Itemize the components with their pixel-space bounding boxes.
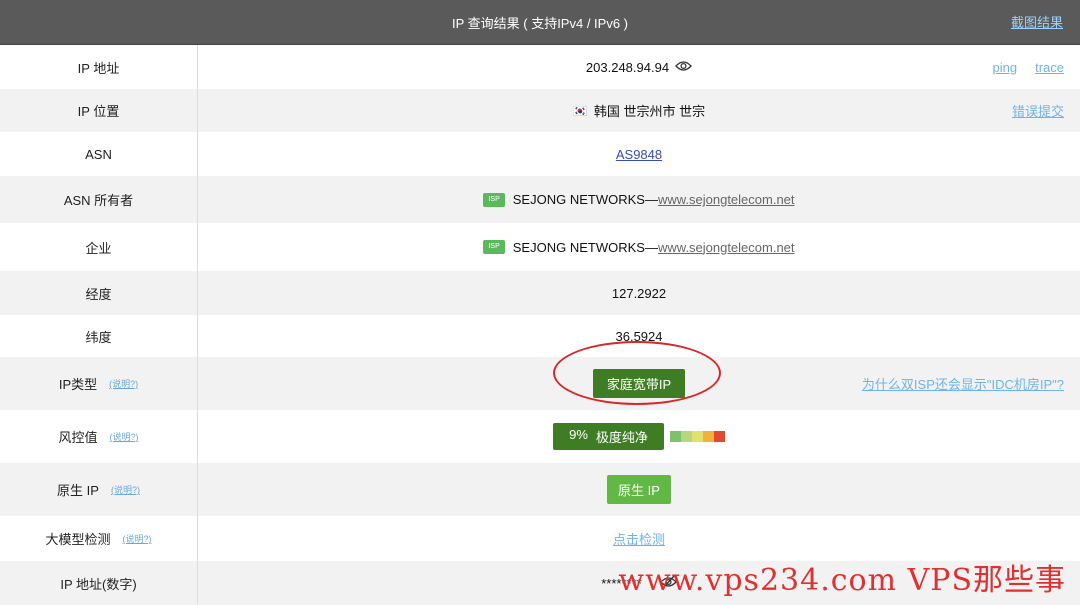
click-detect-link[interactable]: 点击检测 [613,529,665,548]
risk-scale-segment [680,431,692,442]
latitude-value: 36.5924 [615,328,663,344]
row-label: 风控值 [58,430,98,445]
isp-badge: ISP [483,192,505,207]
row-label-cell: 风控值 (说明?) [0,410,198,463]
risk-scale-segment [691,431,703,442]
asn-value-cell: AS9848 [198,132,1080,176]
snapshot-link[interactable]: 截图结果 [1011,12,1063,31]
risk-percent: 9% [569,427,588,442]
row-label: 经度 [0,271,198,315]
explain-link[interactable]: (说明?) [111,483,140,496]
risk-scale-segment [702,431,714,442]
row-ip-type: IP类型 (说明?) 家庭宽带IP 为什么双ISP还会显示"IDC机房IP"? [0,357,1080,410]
ping-link[interactable]: ping [993,60,1018,75]
row-risk: 风控值 (说明?) 9% 极度纯净 [0,410,1080,463]
risk-scale-segment [713,431,725,442]
row-asn-owner: ASN 所有者 ISP SEJONG NETWORKS— www.sejongt… [0,176,1080,223]
eye-icon[interactable] [675,60,692,75]
row-company: 企业 ISP SEJONG NETWORKS— www.sejongteleco… [0,223,1080,271]
row-ip-address: IP 地址 203.248.94.94 ping trace [0,45,1080,89]
explain-link[interactable]: (说明?) [110,430,139,443]
watermark: www.vps234.com VPS那些事 [618,563,1066,598]
result-table: IP 地址 203.248.94.94 ping trace IP 位置 🇰🇷 … [0,45,1080,605]
row-native-ip: 原生 IP (说明?) 原生 IP [0,463,1080,516]
row-label: ASN [0,132,198,176]
why-dual-isp-link[interactable]: 为什么双ISP还会显示"IDC机房IP"? [862,374,1064,393]
row-label: 纬度 [0,315,198,357]
page-title: IP 查询结果 ( 支持IPv4 / IPv6 ) [451,15,628,31]
ip-type-tag: 家庭宽带IP [592,369,686,398]
company-name: SEJONG NETWORKS— [512,239,658,255]
row-label-cell: IP类型 (说明?) [0,357,198,410]
row-longitude: 经度 127.2922 [0,271,1080,315]
row-label: 原生 IP [57,483,99,498]
trace-link[interactable]: trace [1035,60,1064,75]
longitude-value: 127.2922 [611,285,667,301]
row-label: IP 地址(数字) [0,561,198,605]
row-label: ASN 所有者 [0,176,198,223]
row-label: IP 地址 [0,45,198,89]
company-site-link[interactable]: www.sejongtelecom.net [658,240,795,255]
native-ip-cell: 原生 IP [198,463,1080,516]
row-latitude: 纬度 36.5924 [0,315,1080,357]
location-value-cell: 🇰🇷 韩国 世宗州市 世宗 [198,89,1080,132]
explain-link[interactable]: (说明?) [123,532,152,545]
risk-scale-bar [669,431,725,442]
company-cell: ISP SEJONG NETWORKS— www.sejongtelecom.n… [198,223,1080,271]
row-label: 大模型检测 [45,532,111,547]
ip-actions: ping trace [993,45,1064,89]
row-label: IP类型 [58,377,98,392]
asn-owner-cell: ISP SEJONG NETWORKS— www.sejongtelecom.n… [198,176,1080,223]
explain-link[interactable]: (说明?) [109,377,138,390]
asn-owner-name: SEJONG NETWORKS— [512,192,658,207]
location-actions: 错误提交 [1012,89,1064,132]
asn-owner-site-link[interactable]: www.sejongtelecom.net [658,192,795,207]
native-ip-tag: 原生 IP [607,475,671,504]
report-error-link[interactable]: 错误提交 [1012,101,1064,120]
risk-indicator: 9% 极度纯净 [553,423,725,450]
row-asn: ASN AS9848 [0,132,1080,176]
row-label: 企业 [0,223,198,271]
risk-cell: 9% 极度纯净 [198,410,1080,463]
isp-badge: ISP [483,240,505,254]
result-header: IP 查询结果 ( 支持IPv4 / IPv6 ) 截图结果 [0,0,1080,45]
row-label: IP 位置 [0,89,198,132]
ip-type-actions: 为什么双ISP还会显示"IDC机房IP"? [862,357,1064,410]
risk-scale-segment [669,431,681,442]
ip-value-cell: 203.248.94.94 [198,45,1080,89]
risk-tag: 9% 极度纯净 [553,423,664,450]
row-ip-location: IP 位置 🇰🇷 韩国 世宗州市 世宗 错误提交 [0,89,1080,132]
location-value: 韩国 世宗州市 世宗 [593,104,706,119]
risk-level: 极度纯净 [595,430,648,445]
ip-address-value: 203.248.94.94 [585,59,670,75]
flag-icon: 🇰🇷 [572,103,588,118]
row-label-cell: 原生 IP (说明?) [0,463,198,516]
row-label-cell: 大模型检测 (说明?) [0,516,198,561]
asn-link[interactable]: AS9848 [616,147,662,162]
